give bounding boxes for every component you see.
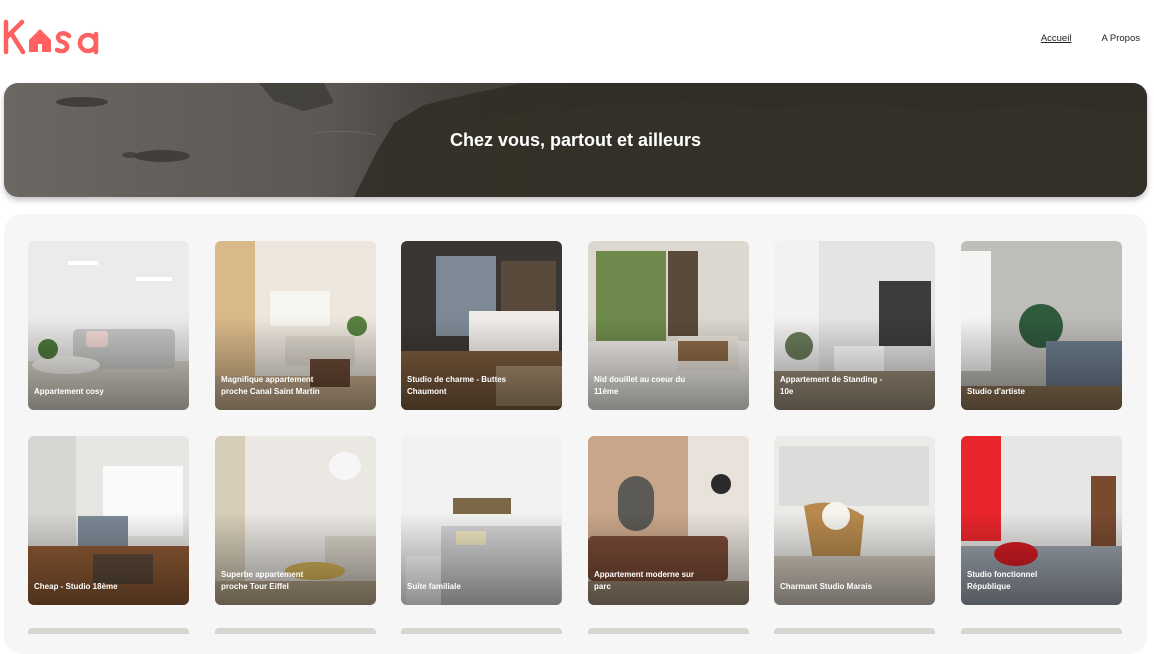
listing-card[interactable]: Superbe appartement proche Tour Eiffel [215,436,376,605]
listing-card-partial[interactable] [215,628,376,634]
listing-card-partial[interactable] [961,628,1122,634]
listing-title: Appartement cosy [34,387,104,396]
listing-title: Magnifique appartement proche Canal Sain… [221,375,320,396]
listing-card-partial[interactable] [774,628,935,634]
listing-card[interactable]: Studio de charme - Buttes Chaumont [401,241,562,410]
listing-card[interactable]: Suite familiale [401,436,562,605]
listing-card-partial[interactable] [401,628,562,634]
site-header: Accueil A Propos [0,0,1154,80]
listing-title: Studio fonctionnel République [967,570,1038,591]
hero-banner: Chez vous, partout et ailleurs [4,83,1147,197]
listing-card[interactable]: Appartement moderne sur parc [588,436,749,605]
listing-card-partial[interactable] [28,628,189,634]
listing-card[interactable]: Nid douillet au coeur du 11ème [588,241,749,410]
listing-card[interactable]: Appartement de Standing - 10e [774,241,935,410]
main-nav: Accueil A Propos [1041,33,1140,44]
listing-title: Appartement moderne sur parc [594,570,695,591]
listing-title: Suite familiale [407,582,461,591]
listing-card[interactable]: Charmant Studio Marais [774,436,935,605]
nav-link-a-propos[interactable]: A Propos [1101,33,1140,44]
listing-title: Studio de charme - Buttes Chaumont [407,375,507,396]
hero-title: Chez vous, partout et ailleurs [449,130,702,150]
listing-card[interactable]: Magnifique appartement proche Canal Sain… [215,241,376,410]
listing-card[interactable]: Appartement cosy [28,241,189,410]
listing-card[interactable]: Cheap - Studio 18ème [28,436,189,605]
listing-title: Cheap - Studio 18ème [34,582,118,591]
listings-gallery: Appartement cosy Magnifique appartement … [4,214,1147,654]
listing-title: Studio d'artiste [967,387,1025,396]
listing-card[interactable]: Studio fonctionnel République [961,436,1122,605]
kasa-logo[interactable] [2,14,112,60]
listing-card-partial[interactable] [588,628,749,634]
listing-title: Appartement de Standing - 10e [780,375,883,396]
nav-link-accueil[interactable]: Accueil [1041,33,1072,44]
listing-title: Charmant Studio Marais [780,582,873,591]
listing-title: Superbe appartement proche Tour Eiffel [221,570,304,591]
listing-card[interactable]: Studio d'artiste [961,241,1122,410]
listing-title: Nid douillet au coeur du 11ème [594,375,686,396]
